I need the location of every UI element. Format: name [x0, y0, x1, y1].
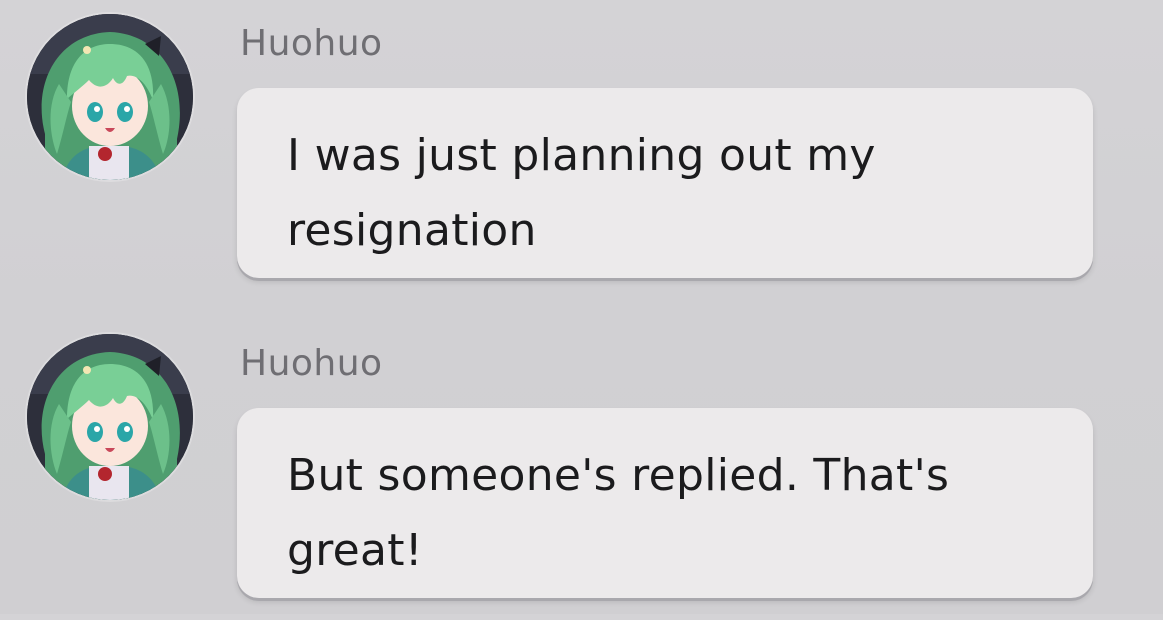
chat-message: Huohuo But someone's replied. That's gre… [0, 320, 1163, 620]
message-bubble[interactable]: But someone's replied. That's great! [237, 408, 1093, 598]
sender-name: Huohuo [240, 23, 383, 64]
avatar[interactable] [27, 334, 193, 500]
huohuo-avatar-icon [27, 334, 193, 500]
sender-name: Huohuo [240, 343, 383, 384]
message-text: But someone's replied. That's great! [287, 450, 950, 576]
huohuo-avatar-icon [27, 14, 193, 180]
message-text: I was just planning out my resignation [287, 130, 876, 256]
chat-log: Huohuo I was just planning out my resign… [0, 0, 1163, 614]
message-bubble[interactable]: I was just planning out my resignation [237, 88, 1093, 278]
chat-message: Huohuo I was just planning out my resign… [0, 0, 1163, 300]
avatar[interactable] [27, 14, 193, 180]
